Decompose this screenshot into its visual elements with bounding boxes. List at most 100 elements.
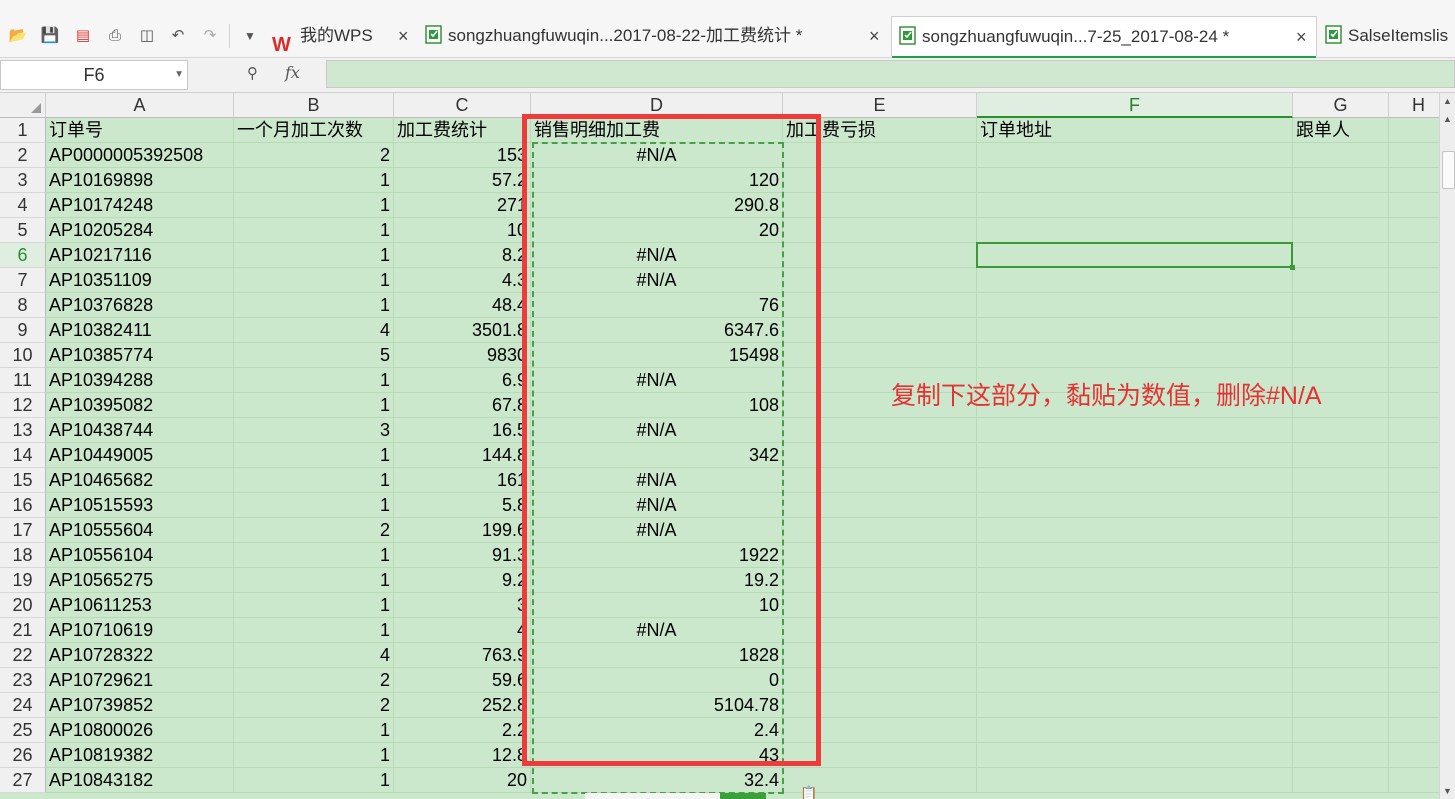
cell-g15[interactable] xyxy=(1293,468,1389,493)
cell-c9[interactable]: 3501.8 xyxy=(394,318,531,343)
cell-d9[interactable]: 6347.6 xyxy=(531,318,783,343)
cell-g4[interactable] xyxy=(1293,193,1389,218)
cell-d25[interactable]: 2.4 xyxy=(531,718,783,743)
cell-a15[interactable]: AP10465682 xyxy=(46,468,234,493)
row-header[interactable]: 1 xyxy=(0,118,46,143)
cell-a21[interactable]: AP10710619 xyxy=(46,618,234,643)
cell-d13[interactable]: #N/A xyxy=(531,418,783,443)
cell-d2[interactable]: #N/A xyxy=(531,143,783,168)
row-header[interactable]: 12 xyxy=(0,393,46,418)
row-header[interactable]: 7 xyxy=(0,268,46,293)
row-header[interactable]: 6 xyxy=(0,243,46,268)
cell-e13[interactable] xyxy=(783,418,977,443)
cell-e15[interactable] xyxy=(783,468,977,493)
cell-g2[interactable] xyxy=(1293,143,1389,168)
cell-g8[interactable] xyxy=(1293,293,1389,318)
cell-e20[interactable] xyxy=(783,593,977,618)
cell-f3[interactable] xyxy=(977,168,1293,193)
row-header[interactable]: 10 xyxy=(0,343,46,368)
cell-c21[interactable]: 4 xyxy=(394,618,531,643)
cell-a11[interactable]: AP10394288 xyxy=(46,368,234,393)
cell-h21[interactable] xyxy=(1389,618,1439,643)
cell-c20[interactable]: 3 xyxy=(394,593,531,618)
cell-g23[interactable] xyxy=(1293,668,1389,693)
cell-c11[interactable]: 6.9 xyxy=(394,368,531,393)
cell-a18[interactable]: AP10556104 xyxy=(46,543,234,568)
cell-h12[interactable] xyxy=(1389,393,1439,418)
cell-h13[interactable] xyxy=(1389,418,1439,443)
cell-b23[interactable]: 2 xyxy=(234,668,394,693)
chevron-down-icon[interactable]: ▼ xyxy=(174,61,184,89)
cell-c7[interactable]: 4.3 xyxy=(394,268,531,293)
cell-b27[interactable]: 1 xyxy=(234,768,394,793)
cell-a20[interactable]: AP10611253 xyxy=(46,593,234,618)
row-header[interactable]: 21 xyxy=(0,618,46,643)
cell-f20[interactable] xyxy=(977,593,1293,618)
cell-d1[interactable]: 销售明细加工费 xyxy=(531,118,783,143)
cell-b7[interactable]: 1 xyxy=(234,268,394,293)
cell-f23[interactable] xyxy=(977,668,1293,693)
column-header-a[interactable]: A xyxy=(46,93,234,118)
cell-d6[interactable]: #N/A xyxy=(531,243,783,268)
close-tab-icon[interactable]: × xyxy=(398,16,409,56)
cell-f19[interactable] xyxy=(977,568,1293,593)
cell-h18[interactable] xyxy=(1389,543,1439,568)
cell-h6[interactable] xyxy=(1389,243,1439,268)
cell-h22[interactable] xyxy=(1389,643,1439,668)
cell-e14[interactable] xyxy=(783,443,977,468)
cell-g10[interactable] xyxy=(1293,343,1389,368)
cell-c14[interactable]: 144.8 xyxy=(394,443,531,468)
cell-c25[interactable]: 2.2 xyxy=(394,718,531,743)
row-header[interactable]: 17 xyxy=(0,518,46,543)
cell-a4[interactable]: AP10174248 xyxy=(46,193,234,218)
cell-b12[interactable]: 1 xyxy=(234,393,394,418)
cell-e21[interactable] xyxy=(783,618,977,643)
cell-d17[interactable]: #N/A xyxy=(531,518,783,543)
cell-h19[interactable] xyxy=(1389,568,1439,593)
cell-d3[interactable]: 120 xyxy=(531,168,783,193)
cell-g26[interactable] xyxy=(1293,743,1389,768)
cell-b2[interactable]: 2 xyxy=(234,143,394,168)
cell-f10[interactable] xyxy=(977,343,1293,368)
cell-g7[interactable] xyxy=(1293,268,1389,293)
cell-c27[interactable]: 20 xyxy=(394,768,531,793)
cell-c22[interactable]: 763.9 xyxy=(394,643,531,668)
cell-a5[interactable]: AP10205284 xyxy=(46,218,234,243)
row-header[interactable]: 23 xyxy=(0,668,46,693)
cell-e4[interactable] xyxy=(783,193,977,218)
zoom-search-icon[interactable]: ⚲ xyxy=(247,64,258,82)
cell-e3[interactable] xyxy=(783,168,977,193)
cell-c18[interactable]: 91.3 xyxy=(394,543,531,568)
cell-d27[interactable]: 32.4 xyxy=(531,768,783,793)
close-tab-icon[interactable]: × xyxy=(869,16,880,56)
cell-c26[interactable]: 12.8 xyxy=(394,743,531,768)
cell-d22[interactable]: 1828 xyxy=(531,643,783,668)
row-header[interactable]: 4 xyxy=(0,193,46,218)
row-header[interactable]: 2 xyxy=(0,143,46,168)
cell-d19[interactable]: 19.2 xyxy=(531,568,783,593)
row-header[interactable]: 5 xyxy=(0,218,46,243)
row-header[interactable]: 13 xyxy=(0,418,46,443)
cell-d10[interactable]: 15498 xyxy=(531,343,783,368)
cell-c1[interactable]: 加工费统计 xyxy=(394,118,531,143)
cell-h14[interactable] xyxy=(1389,443,1439,468)
cell-a10[interactable]: AP10385774 xyxy=(46,343,234,368)
cell-g18[interactable] xyxy=(1293,543,1389,568)
cell-f22[interactable] xyxy=(977,643,1293,668)
cell-h3[interactable] xyxy=(1389,168,1439,193)
cell-f17[interactable] xyxy=(977,518,1293,543)
cell-e24[interactable] xyxy=(783,693,977,718)
cell-g9[interactable] xyxy=(1293,318,1389,343)
cell-h23[interactable] xyxy=(1389,668,1439,693)
cell-h2[interactable] xyxy=(1389,143,1439,168)
cell-b18[interactable]: 1 xyxy=(234,543,394,568)
column-header-d[interactable]: D xyxy=(531,93,783,118)
cell-g16[interactable] xyxy=(1293,493,1389,518)
row-header[interactable]: 15 xyxy=(0,468,46,493)
cell-f9[interactable] xyxy=(977,318,1293,343)
cell-g13[interactable] xyxy=(1293,418,1389,443)
cell-e2[interactable] xyxy=(783,143,977,168)
chevron-down-icon[interactable]: ▼ xyxy=(1440,783,1455,799)
cell-e18[interactable] xyxy=(783,543,977,568)
formula-input[interactable] xyxy=(326,60,1455,88)
